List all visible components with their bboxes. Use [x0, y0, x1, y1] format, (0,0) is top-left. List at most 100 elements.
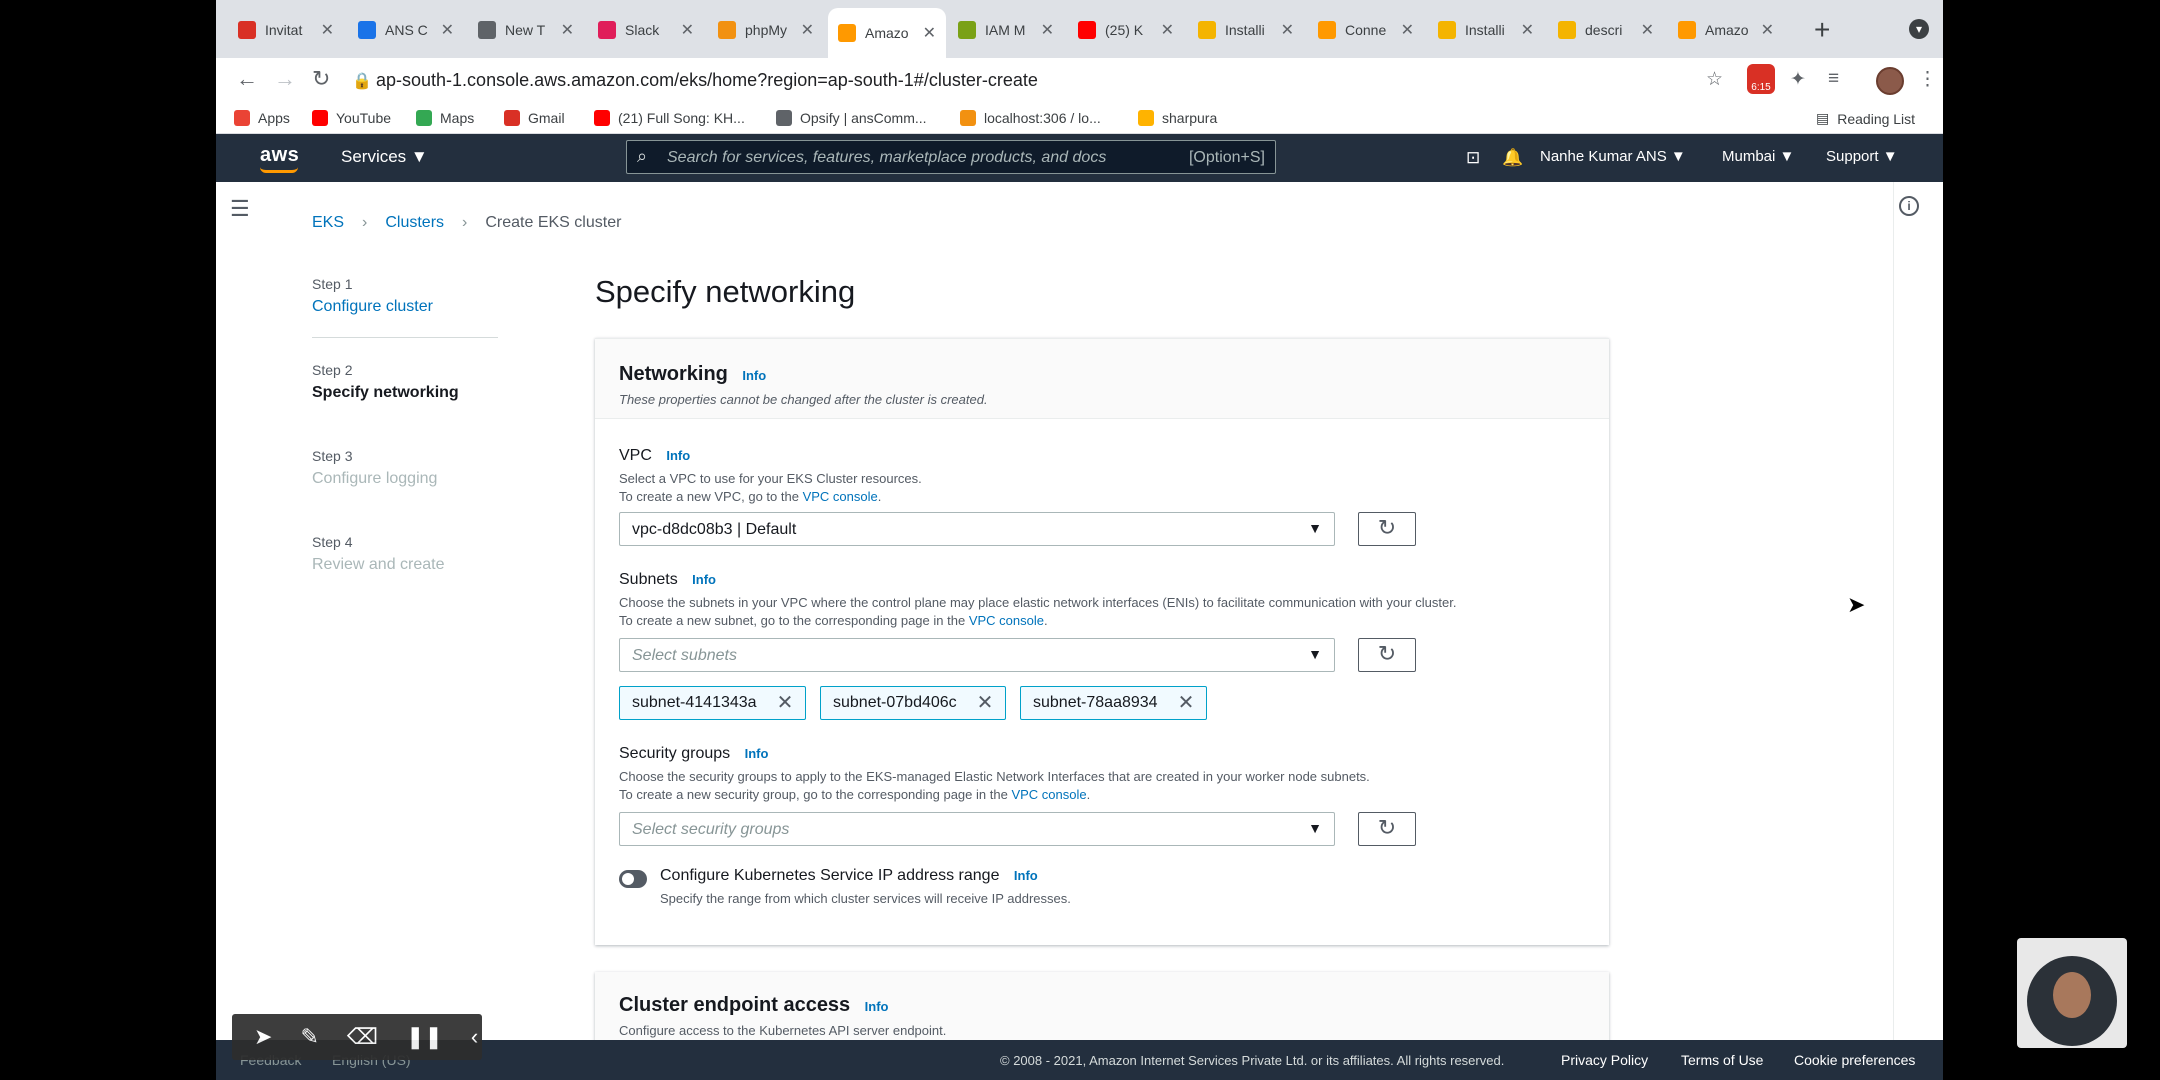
extension-record-icon[interactable]: 6:15: [1747, 64, 1775, 94]
vpc-console-link[interactable]: VPC console: [803, 489, 878, 504]
breadcrumb-eks[interactable]: EKS: [312, 214, 344, 232]
security-groups-info-link[interactable]: Info: [745, 746, 769, 761]
side-nav-menu-icon[interactable]: ☰: [230, 196, 250, 222]
webcam-face: [2027, 956, 2117, 1046]
security-groups-placeholder: Select security groups: [632, 821, 790, 838]
security-groups-refresh-button[interactable]: ↻: [1358, 812, 1416, 846]
bookmark-item[interactable]: Opsify | ansComm...: [776, 110, 927, 126]
tab-close-icon[interactable]: ✕: [923, 23, 936, 43]
reading-list-button[interactable]: ▤ Reading List: [1816, 110, 1915, 127]
annotation-toolbar: ➤ ✎ ⌫ ❚❚ ‹: [232, 1014, 482, 1060]
subnets-refresh-button[interactable]: ↻: [1358, 638, 1416, 672]
bookmark-item[interactable]: YouTube: [312, 110, 391, 126]
account-menu[interactable]: Nanhe Kumar ANS ▼: [1540, 148, 1686, 165]
profile-avatar[interactable]: [1876, 67, 1904, 95]
vpc-refresh-button[interactable]: ↻: [1358, 512, 1416, 546]
browser-tab[interactable]: Slack ✕: [588, 10, 704, 50]
reload-icon[interactable]: ↻: [312, 66, 330, 92]
browser-tab[interactable]: Amazo ✕: [1668, 10, 1784, 50]
step-number: Step 3: [312, 448, 353, 464]
tab-close-icon[interactable]: ✕: [1641, 20, 1654, 40]
tab-close-icon[interactable]: ✕: [321, 20, 334, 40]
help-panel-info-icon[interactable]: i: [1899, 196, 1919, 216]
new-tab-button[interactable]: +: [1814, 14, 1830, 46]
service-ip-range-toggle[interactable]: [619, 870, 647, 888]
media-queue-icon[interactable]: ≡: [1828, 68, 1839, 90]
sg-vpc-console-link[interactable]: VPC console: [1011, 787, 1086, 802]
extensions-puzzle-icon[interactable]: ✦: [1790, 68, 1806, 91]
vpc-select[interactable]: vpc-d8dc08b3 | Default ▼: [619, 512, 1335, 546]
tab-close-icon[interactable]: ✕: [561, 20, 574, 40]
browser-menu-icon[interactable]: ⋮: [1918, 68, 1937, 91]
collapse-icon[interactable]: ‹: [471, 1024, 478, 1050]
subnets-vpc-console-link[interactable]: VPC console: [969, 613, 1044, 628]
vpc-info-link[interactable]: Info: [666, 448, 690, 463]
support-menu[interactable]: Support ▼: [1826, 148, 1898, 165]
remove-token-icon[interactable]: ✕: [1178, 687, 1195, 719]
tab-search-icon[interactable]: ▾: [1909, 19, 1929, 39]
tab-close-icon[interactable]: ✕: [1761, 20, 1774, 40]
tab-close-icon[interactable]: ✕: [441, 20, 454, 40]
browser-tab[interactable]: descri ✕: [1548, 10, 1664, 50]
bookmark-item[interactable]: Gmail: [504, 110, 565, 126]
browser-tab[interactable]: Amazo ✕: [828, 8, 946, 58]
bookmark-star-icon[interactable]: ☆: [1706, 68, 1723, 91]
networking-panel: Networking Info These properties cannot …: [595, 338, 1609, 945]
address-bar[interactable]: 🔒 ap-south-1.console.aws.amazon.com/eks/…: [352, 63, 1943, 101]
back-icon[interactable]: ←: [236, 66, 258, 92]
tab-favicon-icon: [1078, 21, 1096, 39]
tab-close-icon[interactable]: ✕: [681, 20, 694, 40]
bookmark-item[interactable]: (21) Full Song: KH...: [594, 110, 745, 126]
forward-icon[interactable]: →: [274, 66, 296, 92]
step-link-configure-cluster[interactable]: Configure cluster: [312, 298, 498, 316]
subnets-select[interactable]: Select subnets ▼: [619, 638, 1335, 672]
global-search-input[interactable]: ⌕ Search for services, features, marketp…: [626, 140, 1276, 174]
security-groups-field: Security groups Info Choose the security…: [619, 745, 1370, 804]
tab-close-icon[interactable]: ✕: [1521, 20, 1534, 40]
bookmark-item[interactable]: Apps: [234, 110, 290, 126]
bookmark-favicon-icon: [776, 110, 792, 126]
tab-close-icon[interactable]: ✕: [1161, 20, 1174, 40]
cloudshell-icon[interactable]: ⊡: [1466, 148, 1480, 168]
browser-tab[interactable]: IAM M ✕: [948, 10, 1064, 50]
services-menu[interactable]: Services ▼: [341, 147, 428, 167]
endpoint-info-link[interactable]: Info: [865, 999, 889, 1014]
terms-of-use-link[interactable]: Terms of Use: [1681, 1052, 1763, 1068]
aws-logo[interactable]: aws: [260, 144, 299, 167]
browser-tab[interactable]: New T ✕: [468, 10, 584, 50]
pointer-tool-icon[interactable]: ➤: [254, 1024, 272, 1050]
remove-token-icon[interactable]: ✕: [977, 687, 994, 719]
service-ip-info-link[interactable]: Info: [1014, 868, 1038, 883]
tab-close-icon[interactable]: ✕: [801, 20, 814, 40]
browser-tab[interactable]: Conne ✕: [1308, 10, 1424, 50]
lock-icon[interactable]: 🔒: [352, 71, 372, 91]
networking-info-link[interactable]: Info: [742, 368, 766, 383]
tab-close-icon[interactable]: ✕: [1281, 20, 1294, 40]
notifications-bell-icon[interactable]: 🔔: [1502, 148, 1523, 168]
browser-tab[interactable]: (25) K ✕: [1068, 10, 1184, 50]
breadcrumb-clusters[interactable]: Clusters: [385, 214, 444, 232]
privacy-policy-link[interactable]: Privacy Policy: [1561, 1052, 1648, 1068]
browser-tab[interactable]: Installi ✕: [1428, 10, 1544, 50]
bookmark-item[interactable]: Maps: [416, 110, 474, 126]
tab-close-icon[interactable]: ✕: [1401, 20, 1414, 40]
bookmark-label: Apps: [258, 110, 290, 126]
browser-tab[interactable]: ANS C ✕: [348, 10, 464, 50]
region-menu[interactable]: Mumbai ▼: [1722, 148, 1794, 165]
pen-tool-icon[interactable]: ✎: [300, 1024, 318, 1050]
security-groups-select[interactable]: Select security groups ▼: [619, 812, 1335, 846]
eraser-tool-icon[interactable]: ⌫: [347, 1024, 378, 1050]
bookmark-item[interactable]: localhost:306 / lo...: [960, 110, 1101, 126]
pause-icon[interactable]: ❚❚: [406, 1024, 443, 1050]
subnets-info-link[interactable]: Info: [692, 572, 716, 587]
cookie-preferences-link[interactable]: Cookie preferences: [1794, 1052, 1915, 1068]
tab-close-icon[interactable]: ✕: [1041, 20, 1054, 40]
refresh-icon: ↻: [1377, 641, 1397, 666]
bookmark-item[interactable]: sharpura: [1138, 110, 1217, 126]
browser-tab[interactable]: phpMy ✕: [708, 10, 824, 50]
url-text[interactable]: ap-south-1.console.aws.amazon.com/eks/ho…: [376, 70, 1038, 91]
browser-tab[interactable]: Invitat ✕: [228, 10, 344, 50]
remove-token-icon[interactable]: ✕: [777, 687, 794, 719]
toggle-knob: [622, 873, 634, 885]
browser-tab[interactable]: Installi ✕: [1188, 10, 1304, 50]
